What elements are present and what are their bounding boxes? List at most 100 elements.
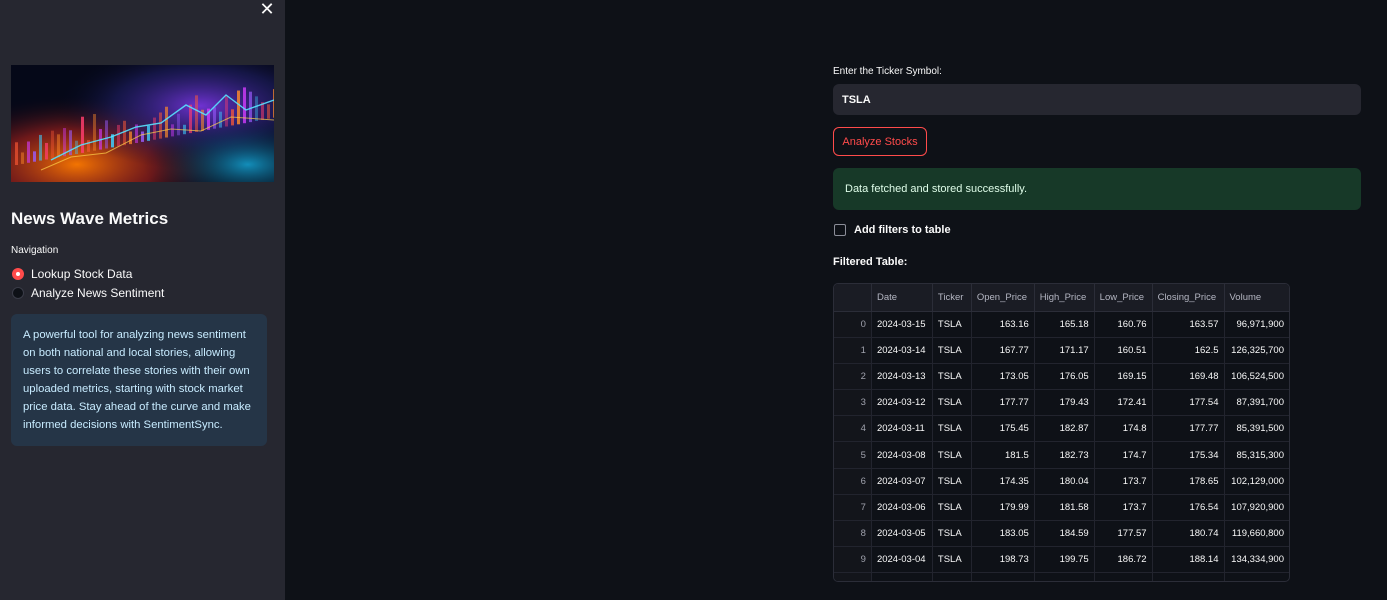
cell-closing-price: 175.34 <box>1152 441 1225 469</box>
column-header-open-price[interactable]: Open_Price <box>971 284 1035 312</box>
table-row[interactable]: 6 2024-03-07 TSLA 174.35 180.04 173.7 178.65 10… <box>834 468 1289 495</box>
hero-candle <box>225 96 228 127</box>
cell-low-price: 177.57 <box>1094 520 1153 548</box>
app-description-info: A powerful tool for analyzing news senti… <box>11 314 267 446</box>
cell-high-price: 199.75 <box>1034 546 1095 574</box>
cell-open-price: 181.5 <box>971 441 1035 469</box>
column-header-ticker[interactable]: Ticker <box>932 284 972 312</box>
add-filters-checkbox[interactable]: Add filters to table <box>834 224 951 236</box>
cell-volume: 102,129,000 <box>1224 468 1289 495</box>
column-header-volume[interactable]: Volume <box>1224 284 1289 312</box>
cell-closing-price: 163.57 <box>1152 311 1225 338</box>
cell-date: 2024-03-13 <box>871 363 933 391</box>
cell-ticker <box>932 572 972 581</box>
hero-candle <box>87 140 90 152</box>
radio-selected-icon <box>12 268 24 280</box>
row-index: 9 <box>834 546 872 574</box>
checkbox-label: Add filters to table <box>854 224 951 236</box>
checkbox-unchecked-icon <box>834 224 846 236</box>
cell-ticker: TSLA <box>932 494 972 522</box>
row-index: 0 <box>834 311 872 338</box>
table-row[interactable]: 4 2024-03-11 TSLA 175.45 182.87 174.8 177.77 85… <box>834 415 1289 443</box>
cell-volume: 106,524,500 <box>1224 363 1289 391</box>
stock-chart-image <box>11 65 274 182</box>
cell-date: 2024-03-06 <box>871 494 933 522</box>
hero-candle <box>189 104 192 134</box>
table-row[interactable]: 5 2024-03-08 TSLA 181.5 182.73 174.7 175.34 85,… <box>834 441 1289 469</box>
cell-date: 2024-03-15 <box>871 311 933 338</box>
cell-volume <box>1224 572 1289 581</box>
analyze-stocks-button[interactable]: Analyze Stocks <box>833 127 927 156</box>
radio-unselected-icon <box>12 287 24 299</box>
cell-closing-price: 169.48 <box>1152 363 1225 391</box>
cell-closing-price: 177.54 <box>1152 389 1225 417</box>
column-header-closing-price[interactable]: Closing_Price <box>1152 284 1225 312</box>
column-header-high-price[interactable]: High_Price <box>1034 284 1095 312</box>
success-message: Data fetched and stored successfully. <box>845 183 1028 195</box>
cell-volume: 85,391,500 <box>1224 415 1289 443</box>
table-row[interactable]: 0 2024-03-15 TSLA 163.16 165.18 160.76 163.57 9… <box>834 311 1289 338</box>
cell-low-price: 172.41 <box>1094 389 1153 417</box>
row-index: 8 <box>834 520 872 548</box>
table-row[interactable]: 2 2024-03-13 TSLA 173.05 176.05 169.15 169.48 1… <box>834 363 1289 391</box>
hero-candle <box>123 120 126 146</box>
stock-data-table[interactable]: Date Ticker Open_Price High_Price Low_Pr… <box>833 283 1290 582</box>
cell-open-price: 183.05 <box>971 520 1035 548</box>
table-row[interactable]: 1 2024-03-14 TSLA 167.77 171.17 160.51 162.5 12… <box>834 337 1289 364</box>
close-sidebar-icon[interactable]: ✕ <box>258 1 276 19</box>
cell-high-price: 176.05 <box>1034 363 1095 391</box>
cell-low-price: 174.8 <box>1094 415 1153 443</box>
cell-high-price: 182.87 <box>1034 415 1095 443</box>
cell-high-price: 182.73 <box>1034 441 1095 469</box>
row-index: 5 <box>834 441 872 469</box>
table-row[interactable]: 9 2024-03-04 TSLA 198.73 199.75 186.72 188.14 1… <box>834 546 1289 574</box>
table-row[interactable]: 3 2024-03-12 TSLA 177.77 179.43 172.41 177.54 8… <box>834 389 1289 417</box>
cell-ticker: TSLA <box>932 389 972 417</box>
cell-date: 2024-03-05 <box>871 520 933 548</box>
cell-ticker: TSLA <box>932 311 972 338</box>
success-alert: Data fetched and stored successfully. <box>833 168 1361 210</box>
cell-open-price <box>971 572 1035 581</box>
hero-candle <box>45 142 48 160</box>
cell-high-price <box>1034 572 1095 581</box>
column-header-index[interactable] <box>834 284 872 312</box>
table-row[interactable]: 10 <box>834 572 1289 581</box>
cell-date: 2024-03-08 <box>871 441 933 469</box>
hero-candle <box>267 104 270 119</box>
cell-high-price: 184.59 <box>1034 520 1095 548</box>
ticker-input-label: Enter the Ticker Symbol: <box>833 66 942 77</box>
column-header-date[interactable]: Date <box>871 284 933 312</box>
cell-closing-price: 180.74 <box>1152 520 1225 548</box>
row-index: 2 <box>834 363 872 391</box>
hero-candle <box>255 96 258 121</box>
cell-high-price: 171.17 <box>1034 337 1095 364</box>
table-row[interactable]: 7 2024-03-06 TSLA 179.99 181.58 173.7 176.54 10… <box>834 494 1289 522</box>
navigation-label: Navigation <box>11 245 59 256</box>
cell-open-price: 198.73 <box>971 546 1035 574</box>
hero-candle <box>219 111 222 128</box>
row-index: 4 <box>834 415 872 443</box>
column-header-low-price[interactable]: Low_Price <box>1094 284 1153 312</box>
cell-date: 2024-03-12 <box>871 389 933 417</box>
cell-open-price: 163.16 <box>971 311 1035 338</box>
app-title: News Wave Metrics <box>11 209 169 228</box>
cell-open-price: 177.77 <box>971 389 1035 417</box>
nav-radio-lookup-stock-data[interactable]: Lookup Stock Data <box>12 267 132 281</box>
hero-candle <box>39 134 42 161</box>
cell-date <box>871 572 933 581</box>
row-index: 3 <box>834 389 872 417</box>
cell-open-price: 173.05 <box>971 363 1035 391</box>
nav-radio-label: Analyze News Sentiment <box>31 286 165 300</box>
cell-low-price: 173.7 <box>1094 494 1153 522</box>
hero-candle <box>171 124 174 137</box>
cell-open-price: 179.99 <box>971 494 1035 522</box>
ticker-input[interactable] <box>833 84 1361 115</box>
cell-low-price <box>1094 572 1153 581</box>
nav-radio-analyze-news-sentiment[interactable]: Analyze News Sentiment <box>12 286 164 300</box>
cell-high-price: 181.58 <box>1034 494 1095 522</box>
cell-ticker: TSLA <box>932 468 972 495</box>
cell-volume: 107,920,900 <box>1224 494 1289 522</box>
cell-high-price: 179.43 <box>1034 389 1095 417</box>
hero-candle <box>273 89 274 118</box>
table-row[interactable]: 8 2024-03-05 TSLA 183.05 184.59 177.57 180.74 1… <box>834 520 1289 548</box>
